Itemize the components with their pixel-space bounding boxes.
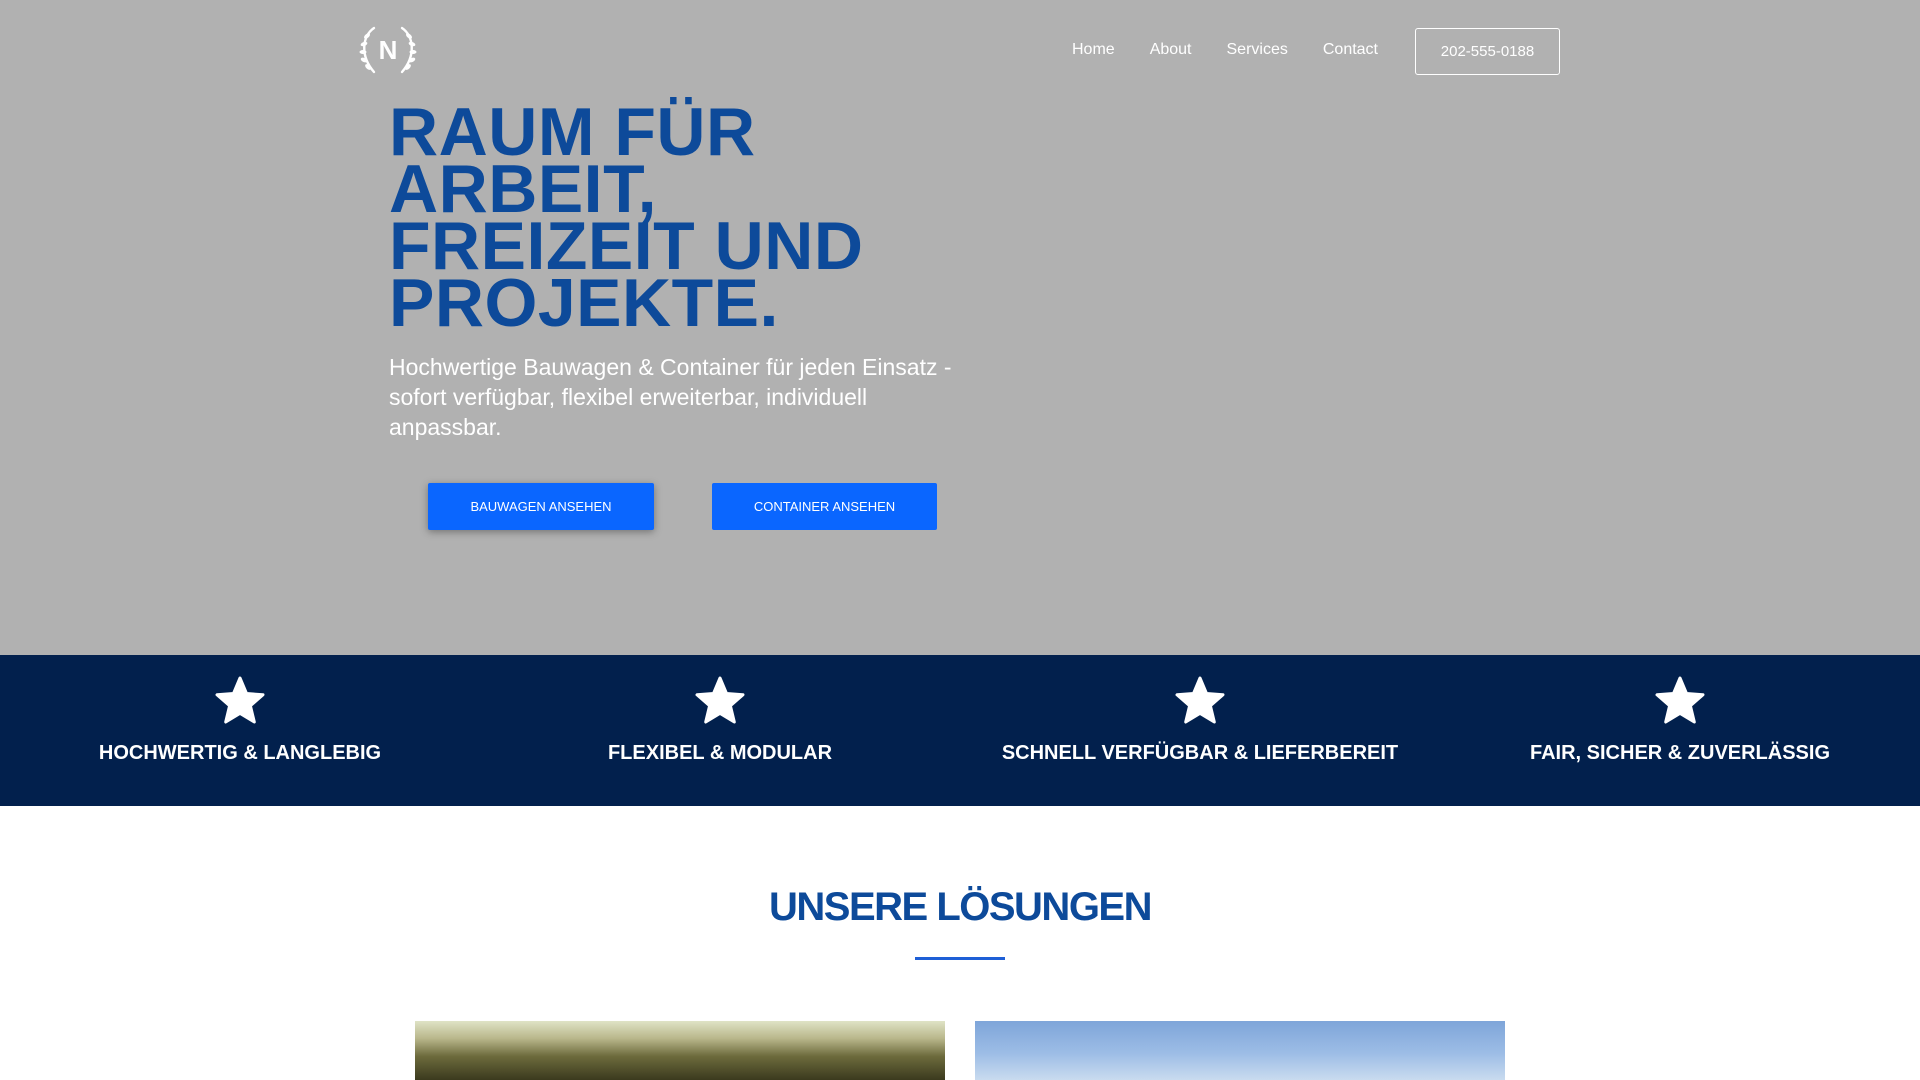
hero-headline: RAUM FÜR ARBEIT, FREIZEIT UND PROJEKTE. [389, 98, 1029, 341]
hero-section: N Home About Services Contact 202-555-01… [0, 0, 1920, 655]
phone-button[interactable]: 202-555-0188 [1415, 28, 1560, 75]
feature-label: FAIR, SICHER & ZUVERLÄSSIG [1529, 742, 1831, 764]
star-icon [1175, 676, 1225, 724]
feature-label: FLEXIBEL & MODULAR [607, 742, 833, 764]
features-bar: HOCHWERTIG & LANGLEBIG FLEXIBEL & MODULA… [0, 655, 1920, 806]
star-icon [695, 676, 745, 724]
solution-card-image-forest[interactable] [415, 1021, 945, 1080]
main-nav: Home About Services Contact [1072, 40, 1413, 60]
nav-home[interactable]: Home [1072, 40, 1115, 60]
feature-item: HOCHWERTIG & LANGLEBIG [0, 655, 480, 806]
title-divider [915, 957, 1005, 960]
container-button[interactable]: CONTAINER ANSEHEN [712, 483, 937, 530]
solution-card-image-sky[interactable] [975, 1021, 1505, 1080]
headline-line: PROJEKTE. [389, 265, 779, 341]
hero-subline: Hochwertige Bauwagen & Container für jed… [389, 354, 952, 440]
feature-label: HOCHWERTIG & LANGLEBIG [98, 742, 382, 764]
nav-about[interactable]: About [1150, 40, 1192, 60]
bauwagen-button[interactable]: BAUWAGEN ANSEHEN [428, 483, 654, 530]
feature-label: SCHNELL VERFÜGBAR & LIEFERBEREIT [1001, 742, 1399, 764]
star-icon [1655, 676, 1705, 724]
logo-letter: N [379, 35, 398, 65]
star-icon [215, 676, 265, 724]
solutions-title: UNSERE LÖSUNGEN [769, 885, 1153, 929]
nav-contact[interactable]: Contact [1323, 40, 1378, 60]
feature-item: SCHNELL VERFÜGBAR & LIEFERBEREIT [960, 655, 1440, 806]
feature-item: FLEXIBEL & MODULAR [480, 655, 960, 806]
nav-services[interactable]: Services [1227, 40, 1288, 60]
logo-laurel-icon[interactable]: N [356, 22, 420, 78]
feature-item: FAIR, SICHER & ZUVERLÄSSIG [1440, 655, 1920, 806]
